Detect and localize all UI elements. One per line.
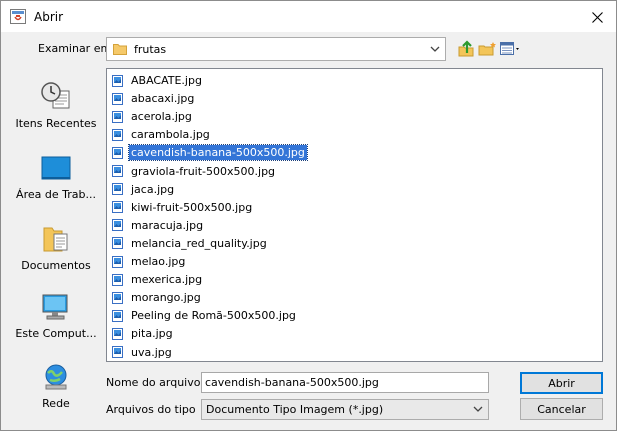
sidebar-item-documents[interactable]: Documentos [9, 225, 103, 272]
file-type-value: Documento Tipo Imagem (*.jpg) [206, 403, 384, 416]
file-name: abacaxi.jpg [131, 92, 195, 106]
file-name: acerola.jpg [131, 110, 192, 124]
image-file-icon [112, 165, 123, 177]
file-name-label: Nome do arquivo [106, 376, 201, 389]
image-file-icon [112, 237, 123, 250]
java-app-icon [10, 9, 26, 24]
window-title: Abrir [34, 10, 64, 24]
new-folder-button[interactable] [478, 39, 498, 59]
sidebar-item-desktop[interactable]: Área de Trab... [9, 156, 103, 201]
folder-icon [113, 44, 127, 55]
image-file-icon [112, 346, 123, 358]
file-item[interactable]: melao.jpg [112, 253, 187, 270]
image-file-icon [112, 146, 123, 159]
file-name: uva.jpg [131, 345, 172, 359]
image-file-icon [112, 273, 123, 286]
details-view-icon [500, 42, 519, 55]
file-item[interactable]: abacaxi.jpg [112, 90, 196, 107]
image-file-icon [112, 291, 123, 304]
file-item[interactable]: graviola-fruit-500x500.jpg [112, 163, 277, 180]
file-list[interactable]: ABACATE.jpg abacaxi.jpg acerola.jpg carambo… [106, 68, 603, 362]
desktop-icon [41, 156, 71, 180]
up-folder-icon [458, 40, 474, 57]
file-item[interactable]: mexerica.jpg [112, 271, 204, 288]
open-button-label: Abrir [548, 376, 575, 390]
sidebar-item-label: Este Comput... [15, 327, 97, 340]
sidebar-item-label: Área de Trab... [16, 188, 96, 201]
file-type-select[interactable]: Documento Tipo Imagem (*.jpg) [201, 399, 489, 420]
file-name: kiwi-fruit-500x500.jpg [131, 200, 253, 214]
file-name: melao.jpg [131, 255, 186, 268]
file-name: ABACATE.jpg [131, 74, 202, 87]
sidebar-item-label: Itens Recentes [15, 117, 97, 130]
up-folder-button[interactable] [457, 39, 477, 59]
view-menu-button[interactable] [499, 39, 523, 59]
sidebar-item-label: Documentos [21, 259, 91, 272]
file-name: mexerica.jpg [131, 273, 203, 287]
file-type-label: Arquivos do tipo [106, 403, 196, 416]
file-item[interactable]: pita.jpg [112, 325, 175, 342]
look-in-label: Examinar em [38, 42, 112, 55]
image-file-icon [112, 309, 123, 322]
file-item[interactable]: cavendish-banana-500x500.jpg [112, 144, 308, 162]
file-item[interactable]: maracuja.jpg [112, 217, 205, 234]
chevron-down-icon [430, 46, 440, 52]
file-item[interactable]: kiwi-fruit-500x500.jpg [112, 199, 254, 216]
network-icon [45, 364, 67, 390]
sidebar-item-recent[interactable]: Itens Recentes [9, 81, 103, 130]
file-item[interactable]: carambola.jpg [112, 126, 212, 143]
file-name: pita.jpg [131, 327, 173, 341]
file-item[interactable]: Peeling de Romã-500x500.jpg [112, 307, 298, 324]
close-icon [591, 11, 603, 23]
image-file-icon [112, 74, 123, 87]
file-name: jaca.jpg [131, 182, 175, 196]
computer-icon [42, 294, 68, 320]
close-button[interactable] [586, 7, 608, 27]
file-name: graviola-fruit-500x500.jpg [131, 164, 276, 178]
cancel-button[interactable]: Cancelar [520, 398, 603, 420]
recent-items-icon [41, 82, 70, 109]
file-name: Peeling de Romã-500x500.jpg [131, 309, 296, 323]
new-folder-icon [478, 42, 496, 56]
file-name: morango.jpg [131, 291, 201, 305]
image-file-icon [112, 201, 123, 214]
title-bar: Abrir [1, 1, 616, 32]
file-name: carambola.jpg [131, 128, 210, 142]
file-item[interactable]: acerola.jpg [112, 108, 194, 125]
file-item[interactable]: ABACATE.jpg [112, 72, 204, 89]
image-file-icon [112, 128, 123, 141]
file-name: melancia_red_quality.jpg [131, 236, 267, 250]
file-item[interactable]: jaca.jpg [112, 181, 176, 198]
open-button[interactable]: Abrir [520, 372, 603, 394]
image-file-icon [112, 219, 123, 232]
chevron-down-icon [473, 406, 483, 412]
image-file-icon [112, 110, 123, 123]
file-item[interactable]: melancia_red_quality.jpg [112, 235, 269, 252]
file-name: maracuja.jpg [131, 218, 204, 232]
file-name: cavendish-banana-500x500.jpg [128, 144, 308, 162]
look-in-combo[interactable]: frutas [106, 37, 446, 61]
open-dialog: Abrir Examinar em frutas Itens Recentes … [0, 0, 617, 431]
file-item[interactable]: morango.jpg [112, 289, 203, 306]
image-file-icon [112, 255, 123, 268]
look-in-value: frutas [134, 43, 167, 56]
image-file-icon [112, 92, 123, 105]
image-file-icon [112, 183, 123, 196]
sidebar-item-this-pc[interactable]: Este Comput... [9, 293, 103, 340]
file-name-input[interactable]: cavendish-banana-500x500.jpg [201, 372, 489, 393]
documents-folder-icon [43, 227, 68, 252]
image-file-icon [112, 327, 123, 340]
sidebar-item-network[interactable]: Rede [9, 363, 103, 410]
sidebar-item-label: Rede [42, 397, 70, 410]
cancel-button-label: Cancelar [537, 402, 586, 416]
file-item[interactable]: uva.jpg [112, 344, 174, 361]
